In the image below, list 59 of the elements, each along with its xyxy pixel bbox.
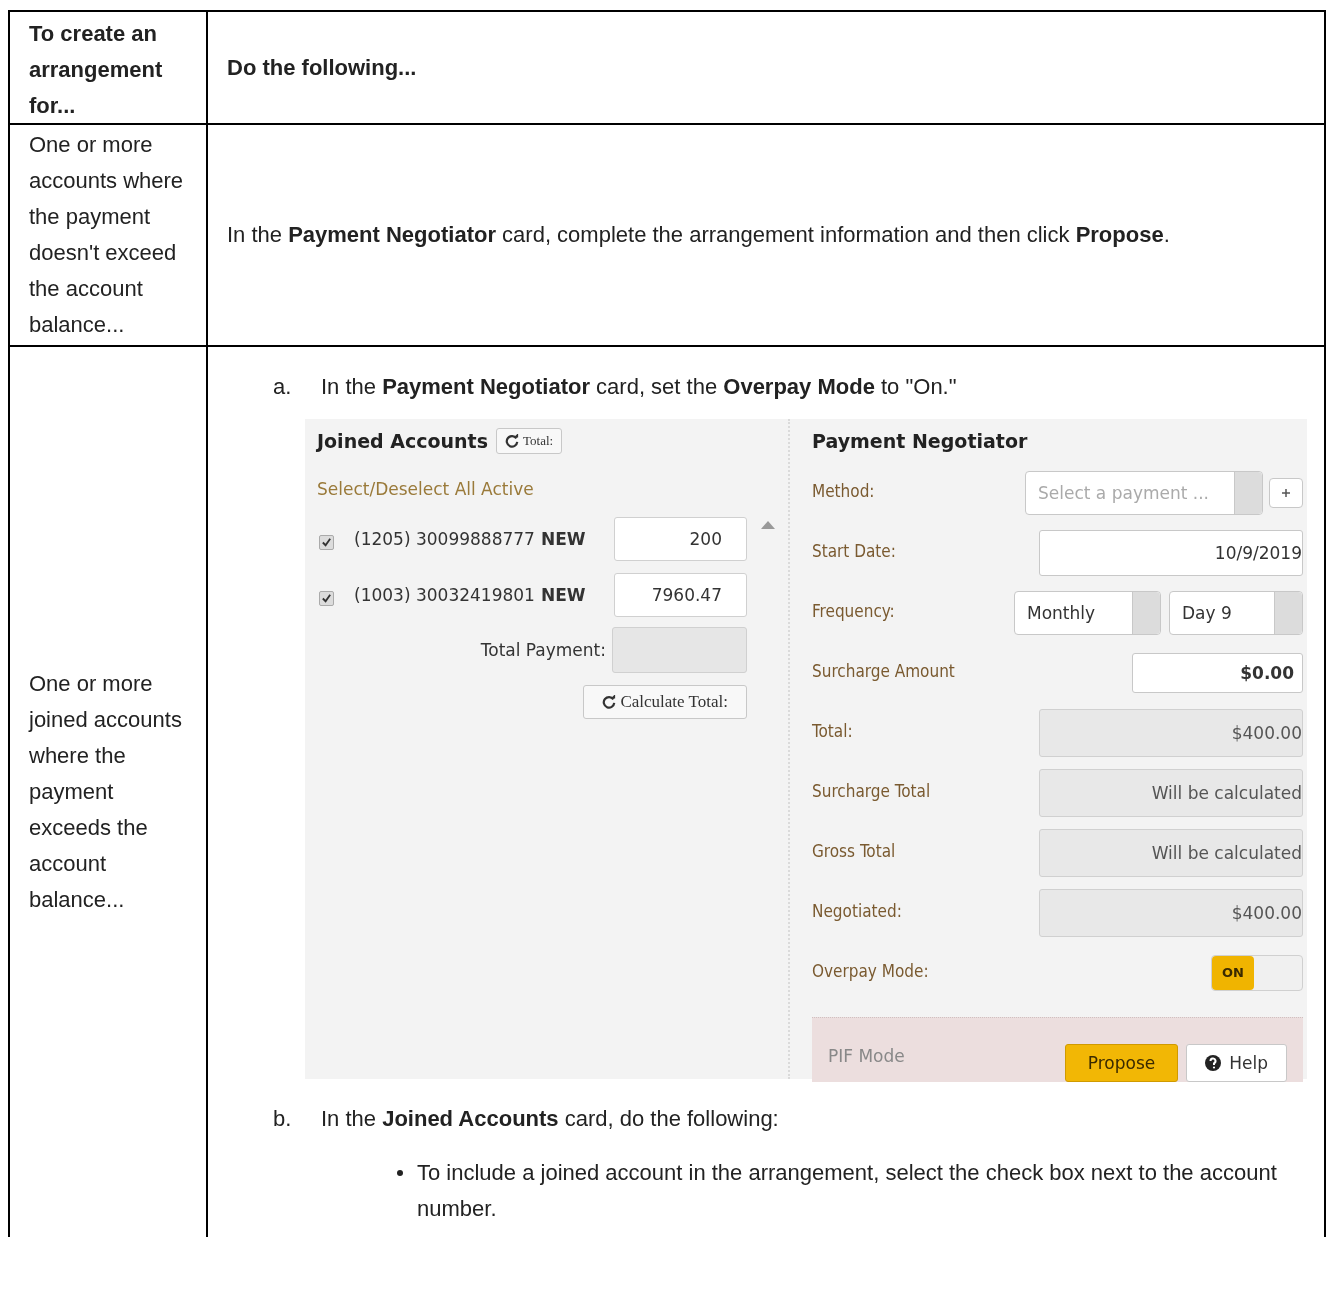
scroll-up-icon[interactable] — [761, 521, 775, 529]
dropdown[interactable]: Day 9 — [1169, 591, 1303, 635]
dropdown[interactable]: Monthly — [1014, 591, 1161, 635]
step-marker: b. — [273, 1105, 293, 1133]
question-icon — [1205, 1055, 1222, 1071]
column-header: To create an arrangement for... — [29, 20, 164, 120]
pif-mode-label: PIF Mode — [828, 1045, 905, 1068]
field-label: Total: — [812, 720, 853, 743]
toggle-switch[interactable]: ON — [1211, 955, 1303, 991]
add-button[interactable] — [1269, 478, 1303, 508]
text-field[interactable]: $0.00 — [1132, 653, 1303, 693]
field-label: Surcharge Total — [812, 780, 931, 803]
check-icon — [321, 592, 332, 604]
amount-field[interactable]: 7960.47 — [614, 573, 747, 617]
step-marker: a. — [273, 373, 293, 401]
dropdown-handle[interactable] — [1234, 472, 1262, 514]
total-button[interactable]: Total: — [496, 428, 563, 454]
field-label: Overpay Mode: — [812, 960, 929, 983]
field-label: Negotiated: — [812, 900, 902, 923]
plus-icon — [1282, 489, 1290, 497]
propose-button[interactable]: Propose — [1064, 1044, 1179, 1082]
account-label: (1205) 30099888777 — [354, 528, 535, 551]
check-icon — [321, 536, 332, 548]
toggle-state: ON — [1212, 956, 1254, 990]
account-status: NEW — [540, 584, 586, 607]
total-payment-label: Total Payment: — [480, 639, 606, 662]
column-header: Do the following... — [227, 53, 417, 82]
text-field[interactable]: 10/9/2019 — [1039, 530, 1303, 576]
amount-field[interactable]: 200 — [614, 517, 747, 561]
bullet-text: To include a joined account in the arrangement, select the check box next to the account number. — [417, 1159, 1278, 1223]
checkbox[interactable] — [319, 590, 334, 606]
calculate-total-button[interactable]: Calculate Total: — [583, 685, 747, 719]
refresh-icon — [505, 434, 519, 448]
dropdown-handle[interactable] — [1132, 592, 1160, 634]
card-title: Joined Accounts — [317, 429, 488, 454]
field-label: Surcharge Amount — [812, 660, 955, 683]
field-label: Method: — [812, 480, 875, 503]
checkbox[interactable] — [319, 534, 334, 550]
refresh-icon — [602, 695, 617, 709]
field-label: Gross Total — [812, 840, 896, 863]
table-cell-text: One or more accounts where the payment doesn't exceed the account balance... — [29, 131, 185, 339]
account-label: (1003) 30032419801 — [354, 584, 535, 607]
readonly-field: $400.00 — [1039, 709, 1303, 757]
select-all-link[interactable]: Select/Deselect All Active — [317, 471, 534, 507]
readonly-field: Will be calculated — [1039, 829, 1303, 877]
field-label: Start Date: — [812, 540, 896, 563]
field-label: Frequency: — [812, 600, 895, 623]
dropdown-handle[interactable] — [1274, 592, 1302, 634]
account-status: NEW — [540, 528, 586, 551]
readonly-field: Will be calculated — [1039, 769, 1303, 817]
step-text: In the Payment Negotiator card, set the Overpay Mode to "On." — [321, 373, 957, 401]
card-title: Payment Negotiator — [812, 429, 1029, 454]
help-button[interactable]: Help — [1186, 1044, 1287, 1082]
readonly-field: $400.00 — [1039, 889, 1303, 937]
table-cell-text: One or more joined accounts where the payment exceeds the account balance... — [29, 670, 183, 914]
step-text: In the Joined Accounts card, do the following: — [321, 1105, 779, 1133]
total-payment-field[interactable] — [612, 627, 747, 673]
instruction-text: In the Payment Negotiator card, complete the arrangement information and then click Propose. — [227, 221, 1170, 249]
bullet-icon — [397, 1170, 403, 1176]
